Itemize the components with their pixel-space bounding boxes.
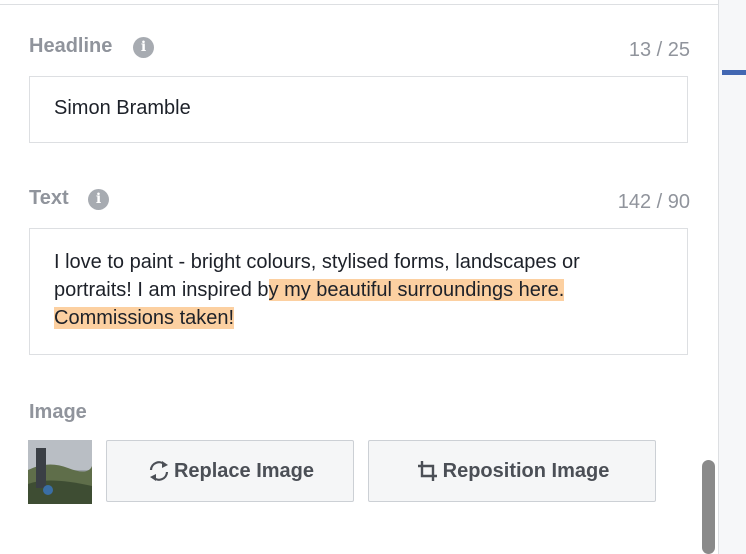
top-divider (0, 4, 718, 5)
text-char-counter: 142 / 90 (617, 191, 690, 213)
reposition-image-button[interactable]: Reposition Image (368, 440, 656, 502)
text-label: Text (29, 187, 69, 209)
crop-icon (417, 461, 437, 481)
right-panel-accent-bar (722, 70, 746, 75)
replace-image-label: Replace Image (173, 459, 315, 482)
image-thumbnail[interactable] (28, 440, 92, 504)
reposition-image-label: Reposition Image (442, 459, 610, 482)
info-icon[interactable]: i (88, 189, 109, 210)
info-icon[interactable]: i (133, 37, 154, 58)
headline-char-counter: 13 / 25 (628, 39, 690, 61)
headline-label: Headline (29, 35, 113, 57)
text-input[interactable]: I love to paint - bright colours, stylis… (29, 228, 688, 355)
refresh-icon (149, 461, 169, 481)
headline-value: Simon Bramble (54, 97, 191, 119)
replace-image-button[interactable]: Replace Image (106, 440, 354, 502)
right-panel (718, 0, 746, 554)
image-label: Image (29, 401, 87, 423)
headline-input[interactable]: Simon Bramble (29, 76, 688, 143)
scrollbar-thumb[interactable] (702, 460, 715, 554)
